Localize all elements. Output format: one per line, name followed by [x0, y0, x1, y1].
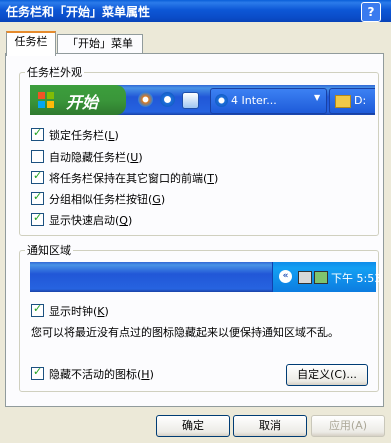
internet-explorer-icon: [160, 92, 175, 107]
task-button-label: 4 Inter...: [231, 94, 277, 107]
checkmark-icon: ✓: [33, 126, 43, 139]
keep-on-top-checkbox[interactable]: ✓: [31, 169, 44, 184]
media-player-icon: [138, 92, 153, 107]
chevron-down-icon: ▼: [314, 93, 321, 102]
start-label: 开始: [66, 93, 99, 112]
auto-hide-taskbar-checkbox[interactable]: [31, 150, 44, 163]
checkmark-icon: ✓: [33, 365, 43, 378]
show-quick-launch-label: 显示快速启动(Q): [49, 214, 133, 227]
checkmark-icon: ✓: [33, 302, 43, 315]
lock-taskbar-checkbox[interactable]: ✓: [31, 126, 44, 141]
task-button-folder: D:: [329, 88, 375, 114]
network-icon: [298, 271, 312, 284]
window-title: 任务栏和「开始」菜单属性: [6, 5, 151, 19]
checkmark-icon: ✓: [33, 169, 43, 182]
ok-button[interactable]: 确定: [156, 415, 230, 437]
notification-area-preview: « 下午 5:53: [30, 262, 381, 292]
tab-taskbar-label: 任务栏: [14, 35, 48, 48]
auto-hide-taskbar-label: 自动隐藏任务栏(U): [49, 151, 143, 164]
expand-tray-icon: «: [279, 270, 292, 283]
cancel-button[interactable]: 取消: [233, 415, 307, 437]
task-button-internet-explorer: 4 Inter... ▼: [210, 88, 327, 114]
customize-button[interactable]: 自定义(C)...: [286, 364, 368, 386]
group-buttons-label: 分组相似任务栏按钮(G): [49, 193, 166, 206]
show-desktop-icon: [182, 92, 199, 109]
folder-label: D:: [354, 94, 367, 107]
notification-description: 您可以将最近没有点过的图标隐藏起来以便保持通知区域不乱。: [31, 326, 339, 339]
taskbar-preview: 开始 4 Inter... ▼ D:: [30, 85, 375, 115]
show-clock-checkbox[interactable]: ✓: [31, 302, 44, 317]
apply-button[interactable]: 应用(A): [311, 415, 385, 437]
hide-inactive-icons-label: 隐藏不活动的图标(H): [49, 368, 154, 381]
lock-taskbar-label: 锁定任务栏(L): [49, 129, 119, 142]
internet-explorer-icon: [215, 94, 228, 107]
tab-taskbar[interactable]: 任务栏: [6, 31, 56, 56]
checkmark-icon: ✓: [33, 190, 43, 203]
group-buttons-checkbox[interactable]: ✓: [31, 190, 44, 205]
tab-start-menu[interactable]: 「开始」菜单: [57, 34, 143, 54]
tray-clock: 下午 5:53: [331, 272, 382, 285]
title-bar[interactable]: 任务栏和「开始」菜单属性 ?: [0, 0, 391, 22]
system-tray-preview: « 下午 5:53: [272, 262, 381, 292]
checkmark-icon: ✓: [33, 211, 43, 224]
safely-remove-icon: [314, 271, 328, 284]
show-quick-launch-checkbox[interactable]: ✓: [31, 211, 44, 226]
taskbar-appearance-legend: 任务栏外观: [25, 64, 84, 80]
windows-logo-icon: [38, 92, 54, 108]
help-button[interactable]: ?: [361, 2, 381, 22]
show-clock-label: 显示时钟(K): [49, 305, 109, 318]
folder-icon: [335, 95, 351, 108]
tab-start-menu-label: 「开始」菜单: [67, 37, 133, 50]
hide-inactive-icons-checkbox[interactable]: ✓: [31, 365, 44, 380]
start-button-preview: 开始: [30, 85, 126, 115]
notification-area-legend: 通知区域: [25, 242, 73, 258]
keep-on-top-label: 将任务栏保持在其它窗口的前端(T): [49, 172, 219, 185]
